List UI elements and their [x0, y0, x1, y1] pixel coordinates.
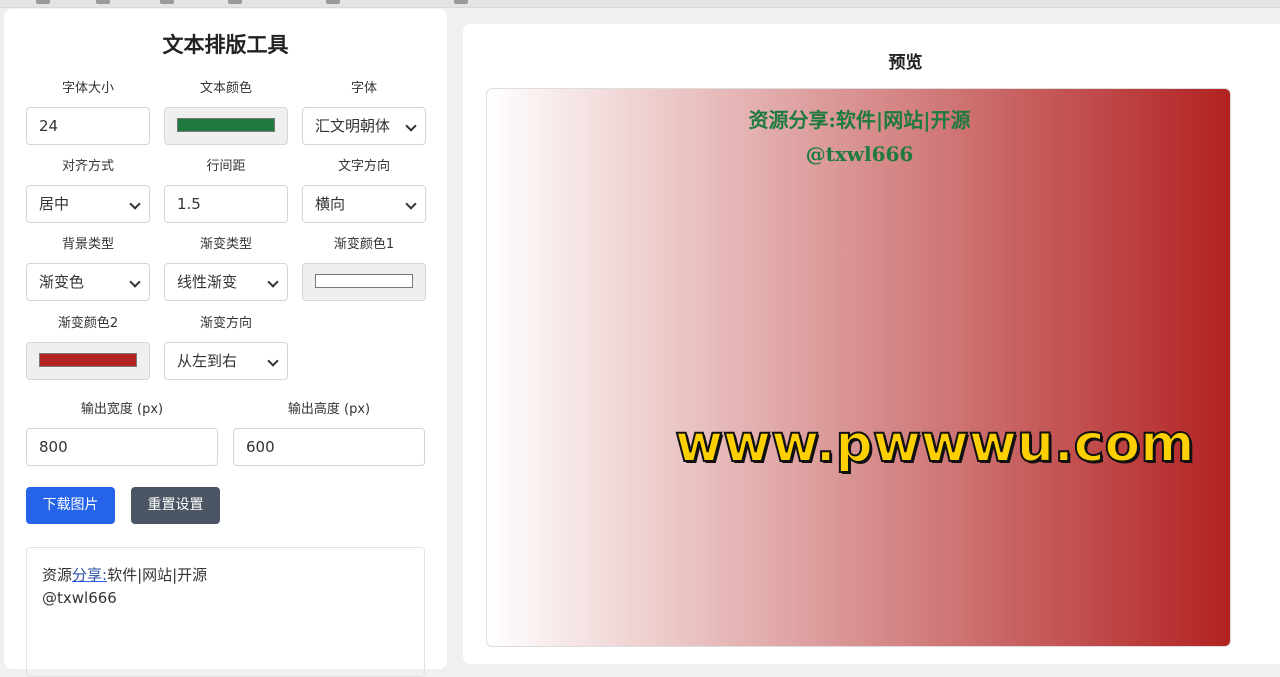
font-family-field: 字体 汇文明朝体 — [302, 80, 426, 145]
line-height-field: 行间距 1.5 — [164, 158, 288, 223]
preview-title: 预览 — [888, 53, 923, 73]
gradient-color2-label: 渐变颜色2 — [57, 316, 119, 331]
preview-text: 资源分享:软件|网站|开源 @txwl666 — [487, 103, 1232, 171]
font-size-field: 字体大小 24 — [26, 80, 150, 145]
line-height-input[interactable]: 1.5 — [164, 185, 288, 223]
bg-type-field: 背景类型 渐变色 — [26, 236, 150, 301]
align-label: 对齐方式 — [61, 159, 114, 174]
text-input-segment: 软件|网站|开源 — [107, 566, 208, 584]
direction-field: 文字方向 横向 — [302, 158, 426, 223]
font-family-select[interactable]: 汇文明朝体 — [302, 107, 426, 145]
line-height-label: 行间距 — [206, 159, 246, 174]
text-input[interactable]: 资源分享:软件|网站|开源 @txwl666 — [26, 547, 425, 677]
direction-select[interactable]: 横向 — [302, 185, 426, 223]
bg-type-select[interactable]: 渐变色 — [26, 263, 150, 301]
tab-icon — [160, 0, 174, 4]
text-color-swatch — [177, 118, 275, 132]
font-size-label: 字体大小 — [61, 81, 114, 96]
gradient-type-field: 渐变类型 线性渐变 — [164, 236, 288, 301]
gradient-dir-select[interactable]: 从左到右 — [164, 342, 288, 380]
output-width-input[interactable]: 800 — [26, 428, 218, 466]
gradient-color2-swatch — [39, 353, 137, 367]
tab-icon — [228, 0, 242, 4]
gradient-dir-field: 渐变方向 从左到右 — [164, 315, 288, 380]
tab-icon — [96, 0, 110, 4]
preview-line1: 资源分享:软件|网站|开源 — [748, 108, 971, 132]
bg-type-label: 背景类型 — [61, 237, 114, 252]
settings-panel: 文本排版工具 字体大小 24 文本颜色 字体 汇文明朝体 对齐方式 居中 行间距… — [4, 9, 447, 677]
font-family-label: 字体 — [350, 81, 377, 96]
preview-panel: 预览 资源分享:软件|网站|开源 @txwl666 — [463, 24, 1280, 664]
gradient-color1-picker[interactable] — [302, 263, 426, 301]
text-input-segment: 资源 — [42, 566, 73, 584]
align-field: 对齐方式 居中 — [26, 158, 150, 223]
watermark-text: www.pwwwu.com — [674, 413, 1195, 475]
gradient-color2-picker[interactable] — [26, 342, 150, 380]
text-color-label: 文本颜色 — [199, 81, 252, 96]
text-color-field: 文本颜色 — [164, 80, 288, 145]
gradient-color1-label: 渐变颜色1 — [333, 237, 395, 252]
reset-button[interactable]: 重置设置 — [131, 487, 220, 524]
preview-line2: @txwl666 — [805, 142, 914, 166]
preview-canvas: 资源分享:软件|网站|开源 @txwl666 — [486, 88, 1231, 647]
gradient-color2-field: 渐变颜色2 — [26, 315, 150, 380]
download-button[interactable]: 下载图片 — [26, 487, 115, 524]
output-width-label: 输出宽度 (px) — [80, 402, 164, 417]
gradient-type-label: 渐变类型 — [199, 237, 252, 252]
output-height-field: 输出高度 (px) 600 — [233, 401, 425, 466]
output-height-label: 输出高度 (px) — [287, 402, 371, 417]
browser-top-strip — [0, 0, 1280, 8]
page-title: 文本排版工具 — [162, 33, 289, 57]
text-input-link: 分享: — [72, 566, 108, 584]
gradient-dir-label: 渐变方向 — [199, 316, 252, 331]
text-input-line2: @txwl666 — [42, 589, 117, 607]
gradient-color1-field: 渐变颜色1 — [302, 236, 426, 301]
text-input-line1: 资源分享:软件|网站|开源 — [42, 564, 409, 587]
gradient-type-select[interactable]: 线性渐变 — [164, 263, 288, 301]
font-size-input[interactable]: 24 — [26, 107, 150, 145]
output-width-field: 输出宽度 (px) 800 — [26, 401, 218, 466]
output-height-input[interactable]: 600 — [233, 428, 425, 466]
gradient-color1-swatch — [315, 274, 413, 288]
tab-icon — [454, 0, 468, 4]
direction-label: 文字方向 — [337, 159, 390, 174]
text-color-picker[interactable] — [164, 107, 288, 145]
tab-icon — [326, 0, 340, 4]
tab-icon — [36, 0, 50, 4]
align-select[interactable]: 居中 — [26, 185, 150, 223]
